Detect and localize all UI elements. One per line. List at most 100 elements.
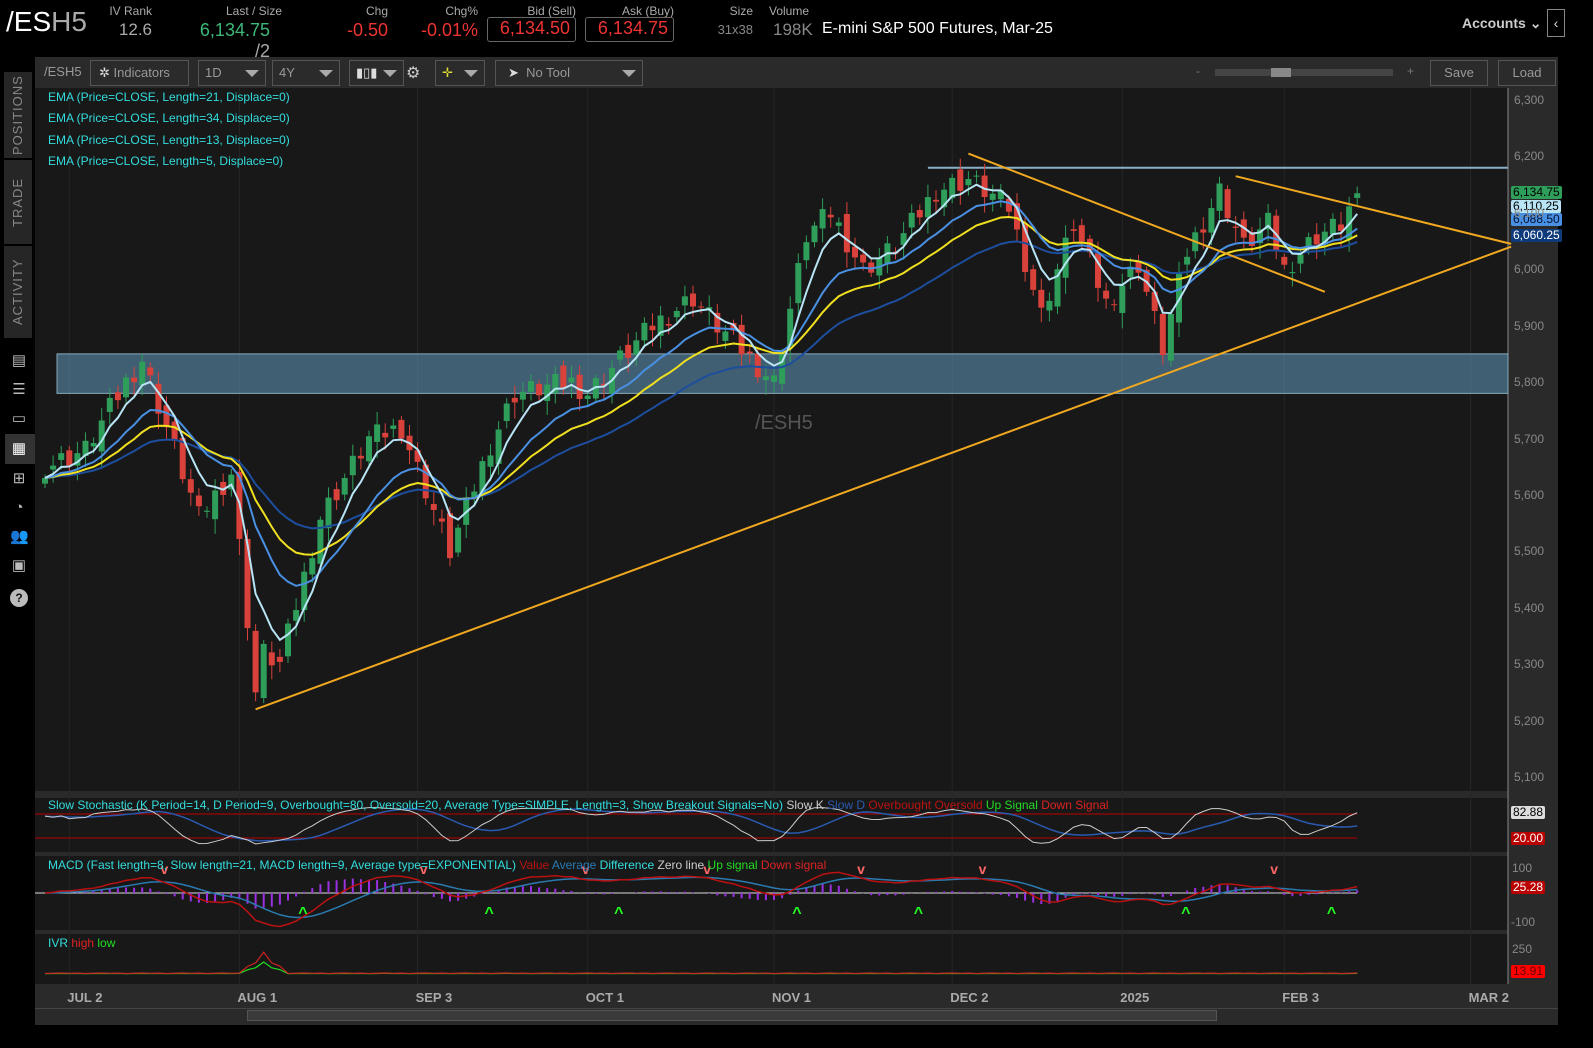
candle-body xyxy=(835,222,842,226)
candle-body xyxy=(957,169,964,191)
horizontal-scrollbar[interactable] xyxy=(35,1008,1558,1022)
candle-body xyxy=(617,350,624,360)
up-signal-arrow: ^ xyxy=(914,905,923,922)
candle-body xyxy=(795,263,802,304)
time-tick: DEC 2 xyxy=(950,990,989,1005)
candle-body xyxy=(131,377,138,383)
candle-body xyxy=(50,465,57,470)
candle-body xyxy=(989,193,996,200)
candle-body xyxy=(58,453,65,460)
candle-body xyxy=(390,425,397,429)
candle-body xyxy=(1297,254,1304,264)
macd-tick-top: 100 xyxy=(1512,861,1533,875)
candle-body xyxy=(1200,229,1207,233)
macd-value-tag: 25.28 xyxy=(1511,880,1546,894)
time-tick: JUL 2 xyxy=(67,990,103,1005)
candle-body xyxy=(852,246,858,258)
price-tick: 6,000 xyxy=(1514,262,1545,277)
candle-body xyxy=(1281,256,1288,265)
candle-body xyxy=(511,397,518,403)
candle-body xyxy=(568,377,575,383)
candle-body xyxy=(1038,289,1045,308)
candle-body xyxy=(114,392,121,401)
candle-body xyxy=(325,497,332,529)
price-tick: 5,300 xyxy=(1514,657,1545,672)
candle-body xyxy=(584,395,591,400)
legend-up-signal: Up signal xyxy=(707,858,758,872)
legend-down-signal: Down Signal xyxy=(1041,798,1109,812)
legend-slow-k: Slow K xyxy=(786,798,824,812)
time-tick: 2025 xyxy=(1120,990,1150,1005)
legend-overbought: Overbought xyxy=(868,798,932,812)
price-tick: 6,300 xyxy=(1514,93,1545,107)
candle-body xyxy=(1313,234,1320,245)
candle-body xyxy=(147,367,154,376)
candle-body xyxy=(560,365,567,389)
candle-body xyxy=(1167,314,1174,361)
legend-slow-d: Slow D xyxy=(827,798,866,812)
candle-body xyxy=(681,296,688,306)
ema5-line xyxy=(44,183,1358,642)
price-tick: 5,900 xyxy=(1514,318,1545,333)
candle-body xyxy=(106,397,113,413)
ema21-label: EMA (Price=CLOSE, Length=21, Displace=0) xyxy=(48,90,290,104)
ivr-value-tag: 13.91 xyxy=(1511,964,1546,978)
candle-body xyxy=(195,495,202,507)
candle-body xyxy=(123,377,129,398)
candle-body xyxy=(455,527,462,553)
price-tick: 5,800 xyxy=(1514,375,1545,390)
candle-body xyxy=(1289,272,1296,274)
candle-body xyxy=(690,293,696,307)
candle-body xyxy=(276,656,283,662)
candle-body xyxy=(1329,218,1336,235)
legend-high: high xyxy=(71,936,95,950)
stochastic-title: Slow Stochastic (K Period=14, D Period=9… xyxy=(48,798,1109,812)
candle-body xyxy=(973,175,980,177)
slow-k-line xyxy=(44,807,1358,845)
scrollbar-thumb[interactable] xyxy=(247,1010,1217,1021)
ivr-high-line xyxy=(44,951,1358,975)
candle-body xyxy=(268,652,275,666)
ema34-tag: 6,060.25 xyxy=(1511,228,1562,242)
candle-body xyxy=(374,424,381,442)
macd-params: MACD (Fast length=8, Slow length=21, MAC… xyxy=(48,858,517,872)
candle-body xyxy=(819,209,826,229)
time-tick: AUG 1 xyxy=(237,990,278,1005)
candle-body xyxy=(649,325,656,331)
candle-body xyxy=(625,344,632,358)
candle-body xyxy=(487,455,494,467)
legend-oversold: Oversold xyxy=(934,798,983,812)
up-signal-arrow: ^ xyxy=(614,905,623,922)
candle-body xyxy=(1046,300,1053,311)
candle-body xyxy=(738,324,745,355)
candle-body xyxy=(762,376,769,381)
candle-body xyxy=(309,558,316,575)
up-signal-arrow: ^ xyxy=(1181,905,1190,922)
candle-body xyxy=(42,478,48,484)
legend-average: Average xyxy=(551,858,597,872)
price-tick: 5,200 xyxy=(1514,713,1545,728)
last-price-tag: 6,134.75 xyxy=(1511,185,1562,199)
candle-body xyxy=(1119,285,1126,313)
down-signal-arrow: v xyxy=(857,861,865,877)
down-signal-arrow: v xyxy=(1270,861,1278,877)
candle-body xyxy=(1354,193,1361,198)
candle-body xyxy=(357,455,364,459)
ivr-label: IVR xyxy=(48,936,69,950)
up-signal-arrow: ^ xyxy=(485,905,494,922)
candle-body xyxy=(924,197,931,218)
price-tick: 5,600 xyxy=(1514,487,1545,502)
candle-body xyxy=(187,479,194,493)
price-tick: 6,100 xyxy=(1514,205,1545,220)
candle-body xyxy=(1078,225,1085,242)
macd-title: MACD (Fast length=8, Slow length=21, MAC… xyxy=(48,858,826,872)
candle-body xyxy=(447,513,453,559)
ema5-label: EMA (Price=CLOSE, Length=5, Displace=0) xyxy=(48,154,284,168)
stoch-value-tag: 82.88 xyxy=(1511,805,1546,819)
price-tick: 5,400 xyxy=(1514,600,1545,615)
candle-body xyxy=(811,225,818,243)
legend-low: low xyxy=(97,936,116,950)
candle-body xyxy=(908,212,915,228)
candle-body xyxy=(1208,208,1215,233)
legend-value: Value xyxy=(519,858,550,872)
